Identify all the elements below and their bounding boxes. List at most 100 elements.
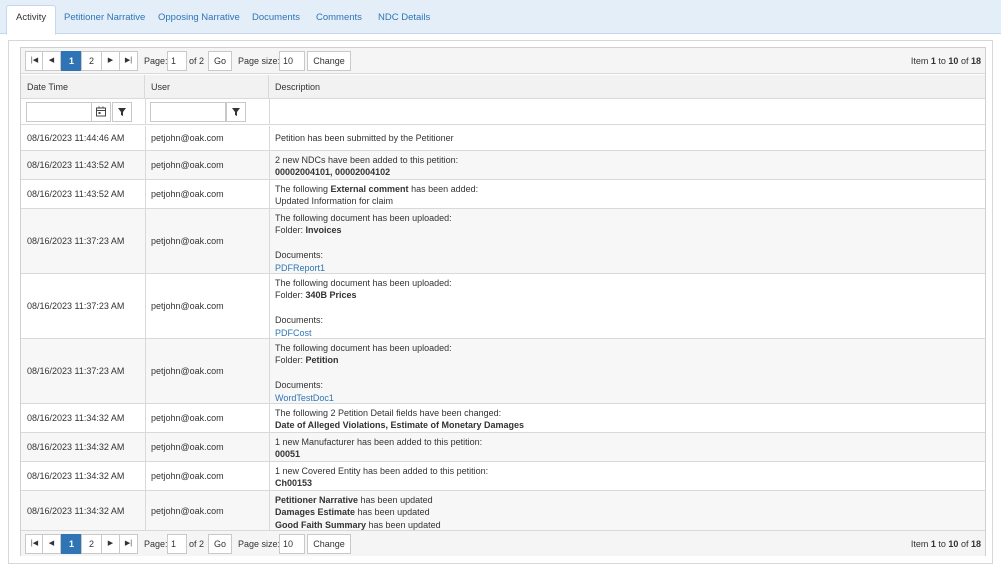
description-line: Folder: 340B Prices (275, 289, 985, 301)
change-page-size-button[interactable]: Change (307, 51, 351, 71)
document-link[interactable]: WordTestDoc1 (275, 393, 334, 403)
item-range-info: Item 1 to 10 of 18 (910, 56, 981, 66)
table-row: 08/16/2023 11:34:32 AM petjohn@oak.com 1 n… (21, 433, 985, 462)
tab-activity[interactable]: Activity (6, 5, 57, 35)
description-line: 2 new NDCs have been added to this petit… (275, 154, 985, 166)
pager-top: |◀ ◀ 1 2 ▶ ▶| Page: of 2 Go Page size: C… (21, 48, 985, 74)
next-page-button[interactable]: ▶ (101, 534, 120, 554)
description-line: Ch00153 (275, 477, 985, 489)
table-row: 08/16/2023 11:43:52 AM petjohn@oak.com The… (21, 180, 985, 209)
last-page-icon: ▶| (124, 57, 133, 64)
page-size-input[interactable] (279, 534, 305, 554)
previous-page-button[interactable]: ◀ (42, 534, 61, 554)
datetime-cell: 08/16/2023 11:44:46 AM (27, 133, 125, 143)
description-line: 00002004101, 00002004102 (275, 166, 985, 178)
tab-bar: Activity Petitioner Narrative Opposing N… (0, 0, 1001, 35)
page-1-button[interactable]: 1 (61, 534, 82, 554)
description-line: 00051 (275, 448, 985, 460)
description-text: The following document has been uploaded… (275, 278, 452, 288)
datetime-cell: 08/16/2023 11:37:23 AM (27, 236, 125, 246)
user-cell: petjohn@oak.com (151, 301, 224, 311)
description-line: The following document has been uploaded… (275, 342, 985, 354)
previous-page-button[interactable]: ◀ (42, 51, 61, 71)
page-1-button[interactable]: 1 (61, 51, 82, 71)
description-line: Documents: (275, 379, 985, 391)
description-emphasis: Damages Estimate (275, 507, 356, 518)
description-text: has been added: (408, 184, 479, 194)
user-cell: petjohn@oak.com (151, 366, 224, 376)
description-text: 1 new Manufacturer has been added to thi… (275, 437, 483, 447)
tab-comments[interactable]: Comments (307, 6, 371, 34)
datetime-filter-button[interactable] (112, 102, 132, 122)
column-divider (269, 99, 270, 125)
description-line: PDFReport1 (275, 262, 985, 274)
column-header-datetime[interactable]: Date Time (21, 75, 145, 99)
description-line: The following document has been uploaded… (275, 277, 985, 289)
description-cell: The following document has been uploaded… (269, 339, 985, 403)
description-text: Documents: (275, 315, 324, 326)
item-range-info: Item 1 to 10 of 18 (910, 539, 981, 549)
page-label: Page: (144, 56, 168, 66)
description-line: Documents: (275, 249, 985, 261)
table-row: 08/16/2023 11:34:32 AM petjohn@oak.com Pet… (21, 491, 985, 531)
page-number-input[interactable] (167, 534, 187, 554)
description-emphasis: Petitioner Narrative (275, 495, 359, 505)
description-text: The following (275, 184, 331, 194)
column-header-user[interactable]: User (145, 75, 269, 99)
description-cell: 1 new Manufacturer has been added to thi… (269, 433, 985, 461)
column-header-description[interactable]: Description (269, 75, 985, 99)
page-size-input[interactable] (279, 51, 305, 71)
last-page-button[interactable]: ▶| (119, 534, 138, 554)
user-cell: petjohn@oak.com (151, 442, 224, 452)
tab-documents[interactable]: Documents (243, 6, 309, 34)
description-text: Folder: (275, 290, 306, 301)
description-text: The following document has been uploaded… (275, 213, 452, 223)
description-line: Folder: Petition (275, 354, 985, 366)
page-label: Page: (144, 539, 168, 549)
description-line: WordTestDoc1 (275, 392, 985, 404)
description-cell: Petition has been submitted by the Petit… (269, 126, 985, 150)
document-link[interactable]: PDFReport1 (275, 263, 325, 273)
next-page-icon: ▶ (107, 57, 114, 64)
description-line: Date of Alleged Violations, Estimate of … (275, 419, 985, 431)
table-row: 08/16/2023 11:37:23 AM petjohn@oak.com The… (21, 274, 985, 339)
next-page-button[interactable]: ▶ (101, 51, 120, 71)
tab-ndc-details[interactable]: NDC Details (369, 6, 439, 34)
datetime-cell: 08/16/2023 11:43:52 AM (27, 189, 125, 199)
tab-opposing-narrative[interactable]: Opposing Narrative (149, 6, 249, 34)
description-cell: 2 new NDCs have been added to this petit… (269, 151, 985, 179)
description-cell: The following document has been uploaded… (269, 209, 985, 273)
description-emphasis: Good Faith Summary (275, 519, 367, 530)
first-page-icon: |◀ (30, 57, 39, 64)
change-page-size-button[interactable]: Change (307, 534, 351, 554)
calendar-button[interactable] (91, 102, 111, 122)
page-size-label: Page size: (238, 56, 281, 66)
go-button[interactable]: Go (208, 51, 232, 71)
description-emphasis: Date of Alleged Violations, Estimate of … (275, 420, 525, 431)
description-text: has been updated (355, 507, 430, 518)
description-text: 2 new NDCs have been added to this petit… (275, 155, 459, 165)
datetime-filter-input[interactable] (26, 102, 92, 122)
description-text: Documents: (275, 250, 324, 261)
last-page-button[interactable]: ▶| (119, 51, 138, 71)
description-line (275, 237, 985, 249)
previous-page-icon: ◀ (48, 540, 55, 547)
next-page-icon: ▶ (107, 540, 114, 547)
pager-bottom: |◀ ◀ 1 2 ▶ ▶| Page: of 2 Go Page size: C… (21, 530, 985, 556)
go-button[interactable]: Go (208, 534, 232, 554)
description-text: The following 2 Petition Detail fields h… (275, 408, 502, 418)
user-filter-input[interactable] (150, 102, 226, 122)
description-text: has been updated (358, 495, 433, 505)
datetime-cell: 08/16/2023 11:34:32 AM (27, 505, 125, 516)
tab-petitioner-narrative[interactable]: Petitioner Narrative (55, 6, 154, 34)
description-cell: The following External comment has been … (269, 180, 985, 208)
description-line: The following document has been uploaded… (275, 212, 985, 224)
page-number-input[interactable] (167, 51, 187, 71)
document-link[interactable]: PDFCost (275, 328, 312, 338)
user-filter-button[interactable] (226, 102, 246, 122)
description-cell: Petitioner Narrative has been updated Dam… (269, 491, 985, 530)
description-line: The following 2 Petition Detail fields h… (275, 407, 985, 419)
page-2-button[interactable]: 2 (81, 534, 102, 554)
user-cell: petjohn@oak.com (151, 236, 224, 246)
page-2-button[interactable]: 2 (81, 51, 102, 71)
